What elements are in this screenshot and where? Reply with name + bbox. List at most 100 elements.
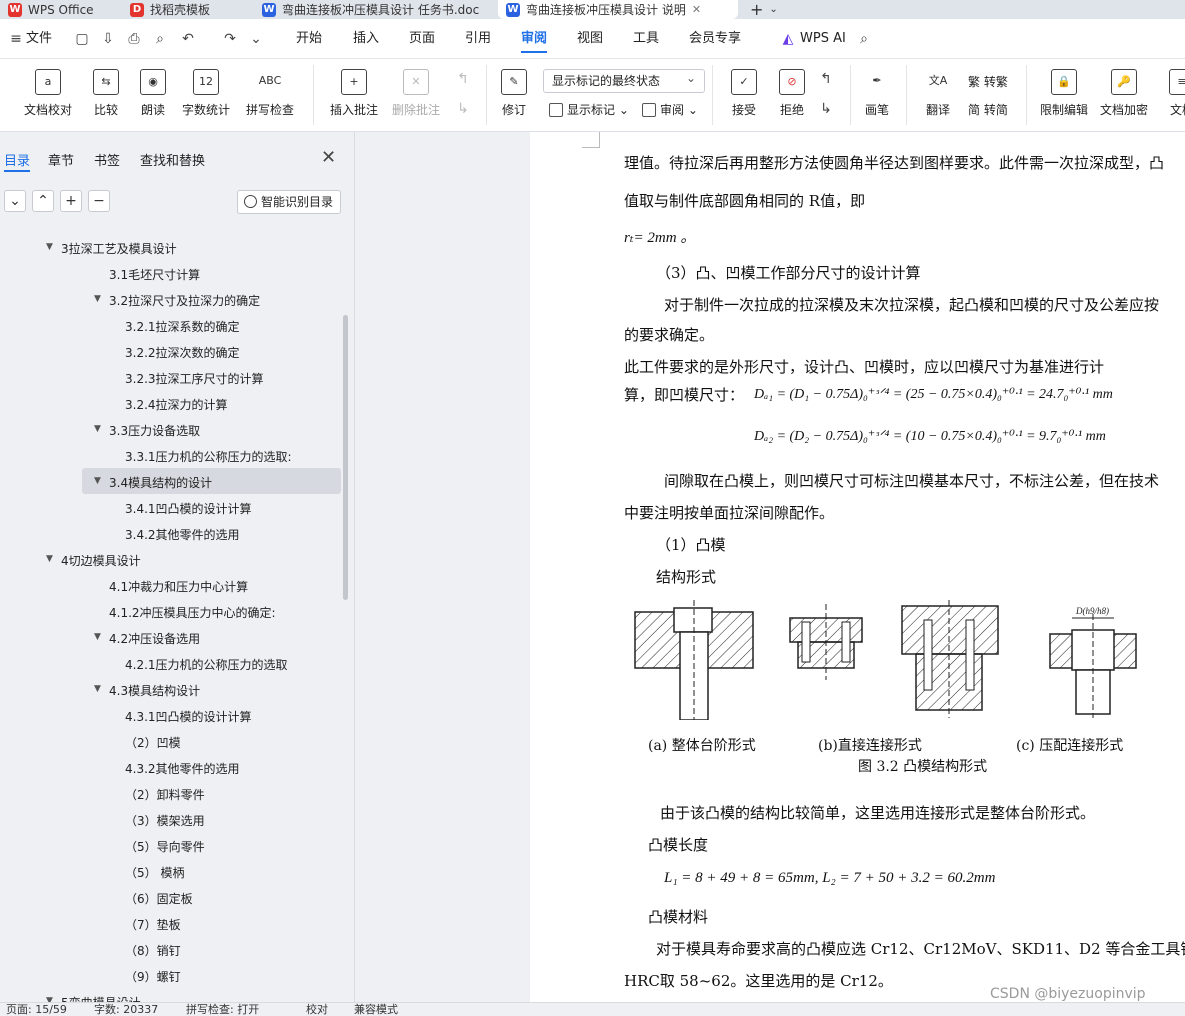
toc-item[interactable]: （5）导向零件 [0,832,345,858]
delete-comment-button[interactable]: ✕ 删除批注 [384,65,448,118]
previous-change-icon[interactable]: ↰ [818,71,834,87]
toc-item[interactable]: （7）垫板 [0,910,345,936]
expand-arrow-icon[interactable]: ▼ [46,554,53,564]
word-count-indicator[interactable]: 字数: 20337 [94,1003,158,1016]
next-comment-icon[interactable]: ↳ [455,101,471,117]
toc-item[interactable]: ▼ 4.2冲压设备选用 [0,624,345,650]
toc-item[interactable]: ▼5弯曲模具设计 [0,988,345,1002]
expand-arrow-icon[interactable]: ▼ [46,242,53,252]
menu-wps-ai[interactable]: WPS AI [800,19,846,59]
show-markup-button[interactable]: 显示标记 ⌄ [549,101,629,118]
reject-button[interactable]: ⊘ 拒绝 [760,65,824,118]
chevron-down-icon[interactable]: ⌄ [248,31,264,47]
export-pdf-icon[interactable]: ⇩ [100,31,116,47]
review-pane-button[interactable]: 审阅 ⌄ [642,101,698,118]
translate-button[interactable]: 文A 翻译 [906,65,970,118]
toc-item[interactable]: 3.1毛坯尺寸计算 [0,260,345,286]
menu-insert[interactable]: 插入 [353,19,379,59]
insert-comment-button[interactable]: + 插入批注 [322,65,386,118]
revise-button[interactable]: ✎ 修订 [482,65,546,118]
restrict-edit-button[interactable]: 🔒 限制编辑 [1032,65,1096,118]
spell-check-indicator[interactable]: 拼写检查: 打开 [186,1003,259,1016]
toc-item[interactable]: 3.3.1压力机的公称压力的选取: [0,442,345,468]
page-indicator[interactable]: 页面: 15/59 [6,1003,67,1016]
word-count-button[interactable]: 12 字数统计 [174,65,238,118]
simplified-icon: 简 [968,103,984,117]
toc-item[interactable]: （8）销钉 [0,936,345,962]
toc-item[interactable]: （3）模架选用 [0,806,345,832]
document-more-button[interactable]: ≡文档 [1150,65,1185,118]
expand-arrow-icon[interactable]: ▼ [94,632,101,642]
document-page[interactable]: 理值。待拉深后再用整形方法使圆角半径达到图样要求。此件需一次拉深成型，凸 值取与… [530,132,1185,1002]
toc-item[interactable]: 4.2.1压力机的公称压力的选取 [0,650,345,676]
expand-arrow-icon[interactable]: ▼ [94,424,101,434]
toc-item[interactable]: 3.4.2其他零件的选用 [0,520,345,546]
toc-item[interactable]: 4.3.2其他零件的选用 [0,754,345,780]
toc-item[interactable]: 3.2.3拉深工序尺寸的计算 [0,364,345,390]
toc-item[interactable]: 4.1.2冲压模具压力中心的确定: [0,598,345,624]
next-change-icon[interactable]: ↳ [818,101,834,117]
toc-item[interactable]: 4.3.1凹凸模的设计计算 [0,702,345,728]
expand-arrow-icon[interactable]: ▼ [94,294,101,304]
menu-member[interactable]: 会员专享 [689,19,741,59]
redo-icon[interactable]: ↷ [222,31,238,47]
toc-item[interactable]: 3.2.4拉深力的计算 [0,390,345,416]
to-traditional-button[interactable]: 繁 转繁 [968,73,1008,90]
menu-view[interactable]: 视图 [577,19,603,59]
print-icon[interactable]: ⎙ [126,31,142,47]
markup-state-select[interactable]: 显示标记的最终状态 [543,67,705,93]
new-tab-button[interactable]: + ⌄ [742,0,782,19]
hamburger-menu-icon[interactable]: ≡ [8,31,24,47]
menu-file[interactable]: 文件 [26,19,52,59]
toc-item[interactable]: 3.2.2拉深次数的确定 [0,338,345,364]
print-preview-icon[interactable]: ⌕ [152,31,168,47]
tab-wps-office[interactable]: W WPS Office [0,0,118,19]
proofread-button[interactable]: a 文档校对 [16,65,80,118]
expand-arrow-icon[interactable]: ▼ [94,476,101,486]
tab-find-replace[interactable]: 查找和替换 [140,150,205,169]
smart-toc-button[interactable]: 智能识别目录 [237,190,341,214]
spell-check-button[interactable]: ABC 拼写检查 [238,65,302,118]
close-icon[interactable]: ✕ [692,3,701,16]
tab-design-document[interactable]: W 弯曲连接板冲压模具设计 说明 ✕ [498,0,738,19]
menu-review[interactable]: 审阅 [521,19,548,59]
demote-heading-button[interactable]: − [88,190,110,212]
pen-button[interactable]: ✒ 画笔 [845,65,909,118]
toc-item[interactable]: 4.1冲裁力和压力中心计算 [0,572,345,598]
toc-item[interactable]: ▼ 3.4模具结构的设计 [82,468,341,494]
expand-arrow-icon[interactable]: ▼ [94,684,101,694]
toc-item[interactable]: （2）凹模 [0,728,345,754]
toc-item[interactable]: ▼ 3.3压力设备选取 [0,416,345,442]
tab-docer-templates[interactable]: D 找稻壳模板 [122,0,250,19]
promote-heading-button[interactable]: + [60,190,82,212]
search-icon[interactable]: ⌕ [856,31,872,47]
collapse-all-button[interactable]: ⌄ [4,190,26,212]
tab-toc[interactable]: 目录 [4,150,31,172]
toc-item[interactable]: ▼ 3.2拉深尺寸及拉深力的确定 [0,286,345,312]
toc-item[interactable]: （5） 模柄 [0,858,345,884]
save-icon[interactable]: ▢ [74,31,90,47]
toc-item[interactable]: ▼ 4切边模具设计 [0,546,345,572]
toc-scrollbar[interactable] [343,315,348,600]
toc-item[interactable]: （2）卸料零件 [0,780,345,806]
tab-chapters[interactable]: 章节 [48,150,74,169]
tab-task-document[interactable]: W 弯曲连接板冲压模具设计 任务书.doc [254,0,494,19]
close-icon[interactable]: ✕ [321,147,336,168]
undo-icon[interactable]: ↶ [180,31,196,47]
to-simplified-button[interactable]: 简 转简 [968,101,1008,118]
toc-item[interactable]: ▼ 3拉深工艺及模具设计 [0,234,345,260]
toc-item[interactable]: （6）固定板 [0,884,345,910]
menu-tools[interactable]: 工具 [633,19,659,59]
menu-home[interactable]: 开始 [296,19,322,59]
expand-up-button[interactable]: ⌃ [32,190,54,212]
proofread-indicator[interactable]: 校对 [306,1003,328,1016]
toc-item[interactable]: 3.2.1拉深系数的确定 [0,312,345,338]
encrypt-document-button[interactable]: 🔑 文档加密 [1092,65,1156,118]
previous-comment-icon[interactable]: ↰ [455,71,471,87]
toc-item[interactable]: ▼ 4.3模具结构设计 [0,676,345,702]
menu-references[interactable]: 引用 [465,19,491,59]
toc-item[interactable]: （9）螺钉 [0,962,345,988]
menu-page[interactable]: 页面 [409,19,435,59]
toc-item[interactable]: 3.4.1凹凸模的设计计算 [0,494,345,520]
tab-bookmarks[interactable]: 书签 [94,150,120,169]
